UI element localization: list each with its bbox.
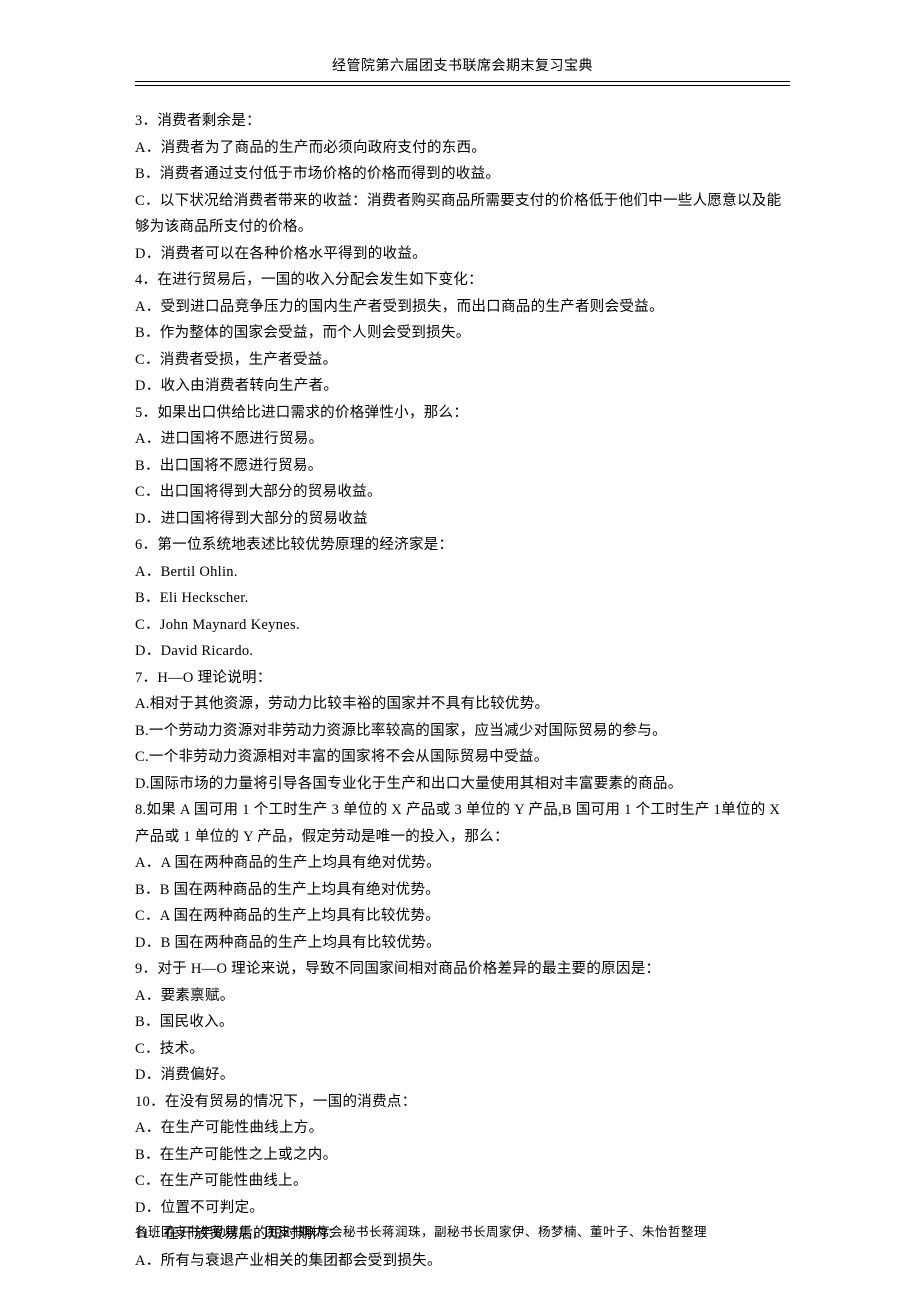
body-line: D．位置不可判定。 (135, 1195, 790, 1222)
body-line: C．出口国将得到大部分的贸易收益。 (135, 479, 790, 506)
body-line: 9．对于 H—O 理论来说，导致不同国家间相对商品价格差异的最主要的原因是： (135, 956, 790, 983)
body-line: B．出口国将不愿进行贸易。 (135, 453, 790, 480)
body-line: C．以下状况给消费者带来的收益：消费者购买商品所需要支付的价格低于他们中一些人愿… (135, 188, 790, 241)
body-line: A．所有与衰退产业相关的集团都会受到损失。 (135, 1248, 790, 1275)
document-body: 3．消费者剩余是：A．消费者为了商品的生产而必须向政府支付的东西。B．消费者通过… (135, 108, 790, 1274)
document-page: 经管院第六届团支书联席会期末复习宝典 3．消费者剩余是：A．消费者为了商品的生产… (0, 0, 920, 1274)
header-underline (135, 85, 790, 86)
body-line: A．在生产可能性曲线上方。 (135, 1115, 790, 1142)
body-line: 6．第一位系统地表述比较优势原理的经济家是： (135, 532, 790, 559)
body-line: A．要素禀赋。 (135, 983, 790, 1010)
body-line: 7．H—O 理论说明： (135, 665, 790, 692)
body-line: A．受到进口品竞争压力的国内生产者受到损失，而出口商品的生产者则会受益。 (135, 294, 790, 321)
body-line: C．技术。 (135, 1036, 790, 1063)
body-line: D．收入由消费者转向生产者。 (135, 373, 790, 400)
body-line: D．进口国将得到大部分的贸易收益 (135, 506, 790, 533)
body-line: 10．在没有贸易的情况下，一国的消费点： (135, 1089, 790, 1116)
body-line: C．在生产可能性曲线上。 (135, 1168, 790, 1195)
body-line: D．消费偏好。 (135, 1062, 790, 1089)
body-line: D.国际市场的力量将引导各国专业化于生产和出口大量使用其相对丰富要素的商品。 (135, 771, 790, 798)
body-line: A．消费者为了商品的生产而必须向政府支付的东西。 (135, 135, 790, 162)
body-line: 4．在进行贸易后，一国的收入分配会发生如下变化： (135, 267, 790, 294)
body-line: 5．如果出口供给比进口需求的价格弹性小，那么： (135, 400, 790, 427)
body-line: C．消费者受损，生产者受益。 (135, 347, 790, 374)
body-line: D．消费者可以在各种价格水平得到的收益。 (135, 241, 790, 268)
body-line: C．A 国在两种商品的生产上均具有比较优势。 (135, 903, 790, 930)
page-footer: 各班团支书辛勤搜集，团支书联席会秘书长蒋润珠，副秘书长周家伊、杨梦楠、董叶子、朱… (135, 1221, 790, 1240)
body-line: D．David Ricardo. (135, 638, 790, 665)
body-line: B．在生产可能性之上或之内。 (135, 1142, 790, 1169)
body-line: C．John Maynard Keynes. (135, 612, 790, 639)
body-line: 8.如果 A 国可用 1 个工时生产 3 单位的 X 产品或 3 单位的 Y 产… (135, 797, 790, 850)
body-line: 3．消费者剩余是： (135, 108, 790, 135)
body-line: A．进口国将不愿进行贸易。 (135, 426, 790, 453)
body-line: B．B 国在两种商品的生产上均具有绝对优势。 (135, 877, 790, 904)
body-line: A.相对于其他资源，劳动力比较丰裕的国家并不具有比较优势。 (135, 691, 790, 718)
body-line: A．A 国在两种商品的生产上均具有绝对优势。 (135, 850, 790, 877)
body-line: B．国民收入。 (135, 1009, 790, 1036)
body-line: A．Bertil Ohlin. (135, 559, 790, 586)
body-line: D．B 国在两种商品的生产上均具有比较优势。 (135, 930, 790, 957)
page-header: 经管院第六届团支书联席会期末复习宝典 (135, 55, 790, 82)
body-line: C.一个非劳动力资源相对丰富的国家将不会从国际贸易中受益。 (135, 744, 790, 771)
body-line: B．消费者通过支付低于市场价格的价格而得到的收益。 (135, 161, 790, 188)
body-line: B．Eli Heckscher. (135, 585, 790, 612)
body-line: B．作为整体的国家会受益，而个人则会受到损失。 (135, 320, 790, 347)
body-line: B.一个劳动力资源对非劳动力资源比率较高的国家，应当减少对国际贸易的参与。 (135, 718, 790, 745)
